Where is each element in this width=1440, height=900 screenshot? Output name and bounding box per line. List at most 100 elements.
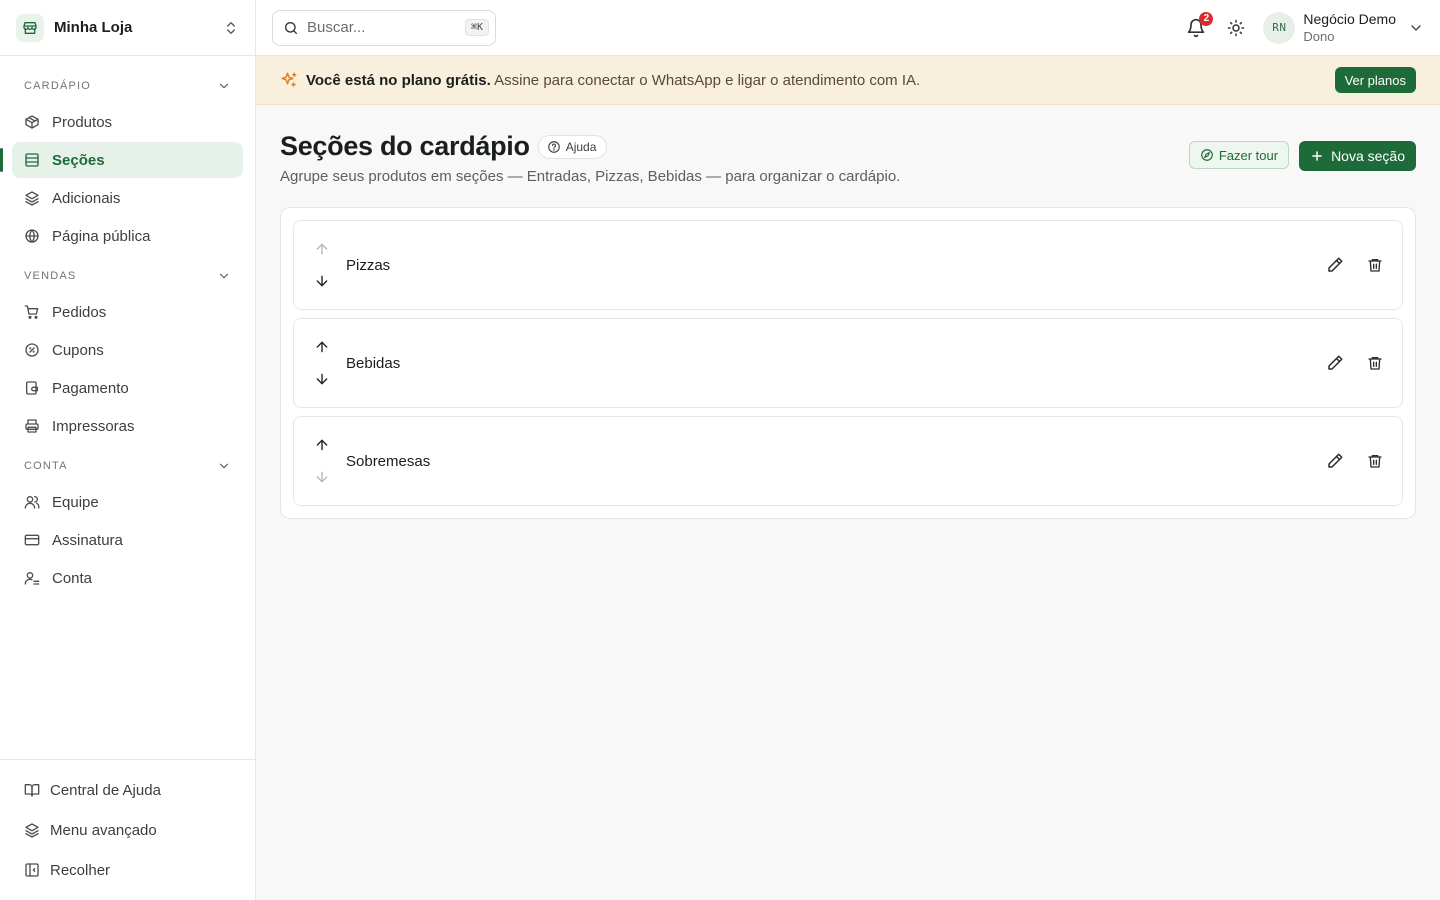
user-name: Negócio Demo — [1303, 10, 1396, 27]
section-row: Pizzas — [293, 220, 1403, 310]
new-section-button[interactable]: Nova seção — [1299, 141, 1416, 171]
nav-group-header[interactable]: VENDAS — [12, 260, 243, 292]
page-actions: Fazer tour Nova seção — [1188, 141, 1416, 171]
plus-icon — [1310, 149, 1324, 163]
chevron-down-icon — [217, 269, 231, 283]
banner-strong-text: Você está no plano grátis. — [306, 71, 491, 89]
collapse-icon — [24, 862, 40, 878]
user-menu[interactable]: RN Negócio Demo Dono — [1263, 11, 1424, 45]
sidebar-item-central-de-ajuda[interactable]: Central de Ajuda — [12, 770, 243, 810]
nav-group-header[interactable]: CONTA — [12, 450, 243, 482]
sidebar-item-label: Conta — [52, 569, 93, 587]
reorder-controls — [312, 435, 332, 487]
nav-group-label: CARDÁPIO — [24, 80, 92, 92]
user-cog-icon — [24, 570, 40, 586]
sidebar-item-label: Adicionais — [52, 189, 121, 207]
sidebar-item-label: Impressoras — [52, 417, 135, 435]
sidebar-item-produtos[interactable]: Produtos — [12, 104, 243, 140]
search-shortcut: ⌘K — [464, 19, 489, 36]
topbar-actions: 2 RN Negócio Demo Dono — [1183, 11, 1424, 45]
coupon-icon — [24, 342, 40, 358]
compass-icon — [1200, 148, 1214, 162]
list-icon — [24, 152, 40, 168]
nav-group-conta: CONTA Equipe Assinatura Conta — [12, 450, 243, 596]
sidebar-item-cupons[interactable]: Cupons — [12, 332, 243, 368]
arrow-down-icon[interactable] — [312, 271, 332, 291]
search-input[interactable] — [307, 19, 457, 36]
take-tour-button[interactable]: Fazer tour — [1188, 141, 1290, 169]
trash-icon[interactable] — [1364, 352, 1386, 374]
sidebar-item-label: Assinatura — [52, 531, 123, 549]
notification-count-badge: 2 — [1199, 11, 1214, 26]
sidebar-item-recolher[interactable]: Recolher — [12, 850, 243, 890]
sidebar-item-assinatura[interactable]: Assinatura — [12, 522, 243, 558]
avatar: RN — [1263, 11, 1296, 44]
banner-text: Assine para conectar o WhatsApp e ligar … — [494, 71, 921, 89]
sun-icon — [1227, 19, 1245, 37]
sidebar-item-pagamento[interactable]: Pagamento — [12, 370, 243, 406]
credit-card-icon — [24, 532, 40, 548]
sidebar-item-label: Seções — [52, 151, 105, 169]
store-switcher[interactable]: Minha Loja — [0, 0, 255, 56]
theme-toggle-button[interactable] — [1223, 15, 1249, 41]
help-button[interactable]: Ajuda — [537, 134, 608, 159]
sidebar-item-label: Menu avançado — [50, 821, 157, 839]
box-icon — [24, 114, 40, 130]
sidebar-item-impressoras[interactable]: Impressoras — [12, 408, 243, 444]
nav-group-header[interactable]: CARDÁPIO — [12, 70, 243, 102]
nav-group-cardapio: CARDÁPIO Produtos Seções Adicionais Pági… — [0, 70, 243, 254]
sidebar-item-conta[interactable]: Conta — [12, 560, 243, 596]
chevrons-up-down-icon — [223, 20, 239, 36]
chevron-down-icon — [217, 459, 231, 473]
view-plans-button[interactable]: Ver planos — [1334, 67, 1416, 93]
section-name: Sobremesas — [346, 452, 431, 470]
sidebar-item-label: Recolher — [50, 861, 111, 879]
store-name: Minha Loja — [54, 19, 133, 36]
section-row: Sobremesas — [293, 416, 1403, 506]
sparkles-icon — [280, 71, 298, 89]
cart-icon — [24, 304, 40, 320]
sidebar-footer: Central de Ajuda Menu avançado Recolher — [0, 759, 255, 900]
arrow-down-icon — [312, 467, 332, 487]
printer-icon — [24, 418, 40, 434]
row-actions — [1324, 352, 1386, 374]
tour-label: Fazer tour — [1218, 147, 1279, 163]
sidebar-item-label: Página pública — [52, 227, 151, 245]
trash-icon[interactable] — [1364, 450, 1386, 472]
notifications-button[interactable]: 2 — [1183, 11, 1214, 41]
user-role: Dono — [1303, 28, 1335, 44]
section-name: Bebidas — [346, 354, 401, 372]
user-info: Negócio Demo Dono — [1303, 11, 1396, 45]
section-row: Bebidas — [293, 318, 1403, 408]
help-label: Ajuda — [565, 139, 597, 154]
sidebar-item-pedidos[interactable]: Pedidos — [12, 294, 243, 330]
wallet-icon — [24, 380, 40, 396]
reorder-controls — [312, 239, 332, 291]
row-actions — [1324, 254, 1386, 276]
arrow-up-icon[interactable] — [312, 337, 332, 357]
sidebar-item-menu-avancado[interactable]: Menu avançado — [12, 810, 243, 850]
nav-group-label: VENDAS — [24, 270, 77, 282]
edit-icon[interactable] — [1324, 352, 1346, 374]
page-content: Seções do cardápio Ajuda Agrupe seus pro… — [256, 105, 1440, 519]
chevron-down-icon — [1408, 20, 1424, 36]
chevron-down-icon — [217, 79, 231, 93]
edit-icon[interactable] — [1324, 254, 1346, 276]
help-circle-icon — [547, 140, 561, 154]
main-area: ⌘K 2 RN Negócio Demo Dono — [256, 0, 1440, 900]
sidebar-item-equipe[interactable]: Equipe — [12, 484, 243, 520]
trash-icon[interactable] — [1364, 254, 1386, 276]
title-row: Seções do cardápio Ajuda — [280, 131, 900, 162]
arrow-down-icon[interactable] — [312, 369, 332, 389]
sidebar-item-pagina-publica[interactable]: Página pública — [12, 218, 243, 254]
arrow-up-icon[interactable] — [312, 435, 332, 455]
sidebar-item-adicionais[interactable]: Adicionais — [12, 180, 243, 216]
sidebar-item-secoes[interactable]: Seções — [0, 142, 243, 178]
edit-icon[interactable] — [1324, 450, 1346, 472]
sidebar-item-label: Produtos — [52, 113, 113, 131]
page-subtitle: Agrupe seus produtos em seções — Entrada… — [280, 168, 901, 185]
page-header: Seções do cardápio Ajuda Agrupe seus pro… — [280, 131, 1416, 185]
plan-banner: Você está no plano grátis. Assine para c… — [256, 56, 1440, 105]
layers-icon — [24, 190, 40, 206]
search-box[interactable]: ⌘K — [272, 9, 496, 46]
